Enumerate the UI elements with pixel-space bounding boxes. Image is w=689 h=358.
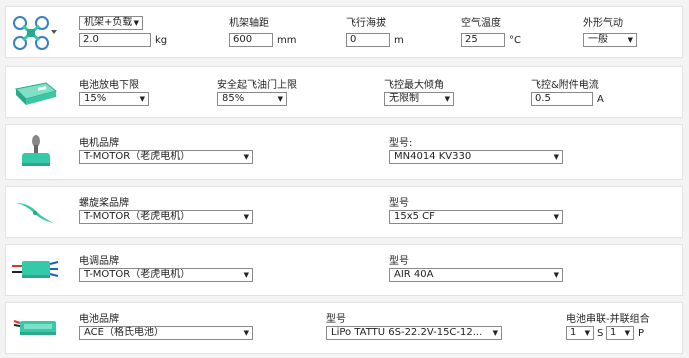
battery-config-label: 电池串联-并联组合 <box>566 314 650 325</box>
shape-select[interactable]: 一般 ▼ <box>583 33 637 47</box>
altitude-unit: m <box>394 35 404 46</box>
tilt-label: 飞控最大倾角 <box>384 80 444 91</box>
propeller-brand-select[interactable]: T-MOTOR（老虎电机） ▼ <box>79 210 253 224</box>
esc-brand-select[interactable]: T-MOTOR（老虎电机） ▼ <box>79 268 253 282</box>
frame-panel: 机架+负载 ▼ 机架轴距 飞行海拔 空气温度 外形气动 2.0 kg 600 mm… <box>5 6 683 58</box>
motor-model-value: MN4014 KV330 <box>394 151 472 162</box>
esc-panel: 电调品牌 T-MOTOR（老虎电机） ▼ 型号 AIR 40A ▼ <box>5 244 683 296</box>
chevron-down-icon: ▼ <box>553 153 559 161</box>
battery-series-value: 1 <box>570 327 577 338</box>
battery-model-select[interactable]: LiPo TATTU 6S-22.2V-15C-12... ▼ <box>326 326 502 340</box>
motor-brand-label: 电机品牌 <box>79 138 119 149</box>
discharge-value: 15% <box>84 93 107 104</box>
chevron-down-icon: ▼ <box>243 213 249 221</box>
motor-icon <box>22 135 50 166</box>
limits-panel: 电池放电下限 安全起飞油门上限 飞控最大倾角 飞控&附件电流 15% ▼ 85% ▼… <box>5 66 683 118</box>
chevron-down-icon: ▼ <box>553 213 559 221</box>
battery-parallel-value: 1 <box>610 327 617 338</box>
chevron-down-icon: ▼ <box>492 329 498 337</box>
battery-model-value: LiPo TATTU 6S-22.2V-15C-12... <box>331 327 483 338</box>
tilt-select[interactable]: 无限制 ▼ <box>384 92 454 106</box>
throttle-select[interactable]: 85% ▼ <box>217 92 287 106</box>
propeller-brand-label: 螺旋桨品牌 <box>79 198 129 209</box>
chevron-down-icon: ▼ <box>624 329 630 337</box>
esc-brand-label: 电调品牌 <box>79 256 119 267</box>
propeller-model-label: 型号 <box>389 198 409 209</box>
propeller-model-select[interactable]: 15x5 CF ▼ <box>389 210 563 224</box>
chevron-down-icon: ▼ <box>444 95 450 103</box>
shape-label: 外形气动 <box>583 18 623 29</box>
battery-parallel-unit: P <box>638 328 645 339</box>
battery-panel: 电池品牌 ACE（格氏电池） ▼ 型号 LiPo TATTU 6S-22.2V-1… <box>5 302 683 354</box>
motor-panel: 电机品牌 T-MOTOR（老虎电机） ▼ 型号: MN4014 KV330 ▼ <box>5 124 683 180</box>
motor-model-select[interactable]: MN4014 KV330 ▼ <box>389 150 563 164</box>
motor-brand-value: T-MOTOR（老虎电机） <box>84 151 191 162</box>
propeller-icon <box>16 203 54 223</box>
altitude-label: 飞行海拔 <box>346 18 386 29</box>
battery-pack-icon <box>14 82 58 105</box>
temperature-unit: °C <box>509 35 521 46</box>
chevron-down-icon: ▼ <box>553 271 559 279</box>
chevron-down-icon: ▼ <box>584 329 590 337</box>
shape-value: 一般 <box>588 34 608 45</box>
propeller-panel: 螺旋桨品牌 T-MOTOR（老虎电机） ▼ 型号 15x5 CF ▼ <box>5 186 683 238</box>
chevron-down-icon: ▼ <box>243 329 249 337</box>
current-input[interactable]: 0.5 <box>531 92 593 106</box>
battery-brand-label: 电池品牌 <box>79 314 119 325</box>
battery-brand-select[interactable]: ACE（格氏电池） ▼ <box>79 326 253 340</box>
motor-brand-select[interactable]: T-MOTOR（老虎电机） ▼ <box>79 150 253 164</box>
wheelbase-input[interactable]: 600 <box>229 33 273 47</box>
chevron-down-icon: ▼ <box>243 271 249 279</box>
battery-parallel-select[interactable]: 1 ▼ <box>606 326 634 340</box>
battery-icon <box>13 320 56 335</box>
esc-model-label: 型号 <box>389 256 409 267</box>
throttle-label: 安全起飞油门上限 <box>217 80 297 91</box>
frame-type-select[interactable]: 机架+负载 ▼ <box>79 16 143 30</box>
chevron-down-icon: ▼ <box>627 36 633 44</box>
discharge-select[interactable]: 15% ▼ <box>79 92 149 106</box>
propeller-model-value: 15x5 CF <box>394 211 435 222</box>
altitude-input[interactable]: 0 <box>346 33 390 47</box>
wheelbase-label: 机架轴距 <box>229 18 269 29</box>
chevron-down-icon: ▼ <box>243 153 249 161</box>
chevron-down-icon: ▼ <box>139 95 145 103</box>
current-label: 飞控&附件电流 <box>531 80 599 91</box>
tilt-value: 无限制 <box>389 93 419 104</box>
temperature-input[interactable]: 25 <box>461 33 505 47</box>
esc-model-value: AIR 40A <box>394 269 434 280</box>
quadcopter-icon <box>13 16 57 50</box>
esc-icon <box>12 261 59 278</box>
wheelbase-unit: mm <box>277 35 297 46</box>
propeller-brand-value: T-MOTOR（老虎电机） <box>84 211 191 222</box>
temperature-label: 空气温度 <box>461 18 501 29</box>
esc-brand-value: T-MOTOR（老虎电机） <box>84 269 191 280</box>
battery-series-unit: S <box>597 328 604 339</box>
chevron-down-icon: ▼ <box>133 19 139 27</box>
discharge-label: 电池放电下限 <box>79 80 139 91</box>
chevron-down-icon: ▼ <box>277 95 283 103</box>
battery-model-label: 型号 <box>326 314 346 325</box>
weight-input[interactable]: 2.0 <box>79 33 151 47</box>
esc-model-select[interactable]: AIR 40A ▼ <box>389 268 563 282</box>
battery-series-select[interactable]: 1 ▼ <box>566 326 594 340</box>
frame-type-value: 机架+负载 <box>84 17 133 28</box>
throttle-value: 85% <box>222 93 245 104</box>
motor-model-label: 型号: <box>389 138 413 149</box>
battery-brand-value: ACE（格氏电池） <box>84 327 164 338</box>
weight-unit: kg <box>155 35 168 46</box>
current-unit: A <box>597 94 604 105</box>
